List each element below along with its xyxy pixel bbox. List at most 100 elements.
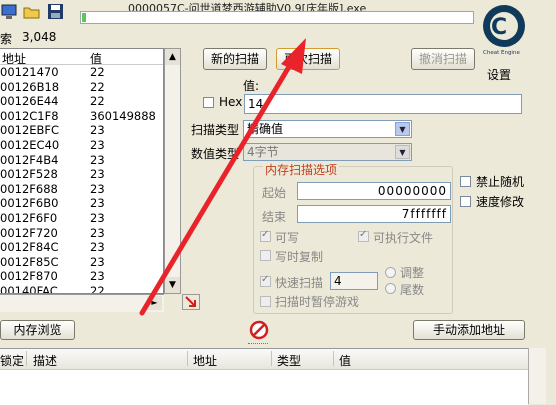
fast-scan-label: 快速扫描: [275, 276, 324, 290]
list-item[interactable]: 0012F720 23: [0, 226, 163, 241]
list-item[interactable]: 0012F84C 23: [0, 240, 163, 255]
list-item-value: 23: [90, 269, 105, 284]
list-item[interactable]: 00126B18 22: [0, 80, 163, 95]
save-icon: [48, 4, 63, 19]
end-address-input[interactable]: 7fffffff: [297, 205, 451, 223]
address-table[interactable]: 锁定 描述 地址 类型 值: [0, 348, 528, 405]
next-scan-button[interactable]: 再次扫描: [276, 48, 340, 70]
list-item-value: 23: [90, 240, 105, 255]
list-item[interactable]: 00121470 22: [0, 65, 163, 80]
stop-button[interactable]: [249, 320, 269, 340]
list-item-address: 0012EBFC: [0, 123, 60, 138]
save-button[interactable]: [46, 2, 66, 22]
list-horizontal-scrollbar[interactable]: ►: [0, 294, 164, 312]
list-item-value: 23: [90, 167, 105, 182]
list-item-address: 0012F6B0: [0, 196, 59, 211]
list-item[interactable]: 0012F6B0 23: [0, 196, 163, 211]
list-item-address: 0012C1F8: [0, 108, 59, 123]
align-label: 调整: [400, 266, 425, 280]
disable-random-label: 禁止随机: [476, 175, 525, 189]
speed-modify-label: 速度修改: [476, 195, 525, 209]
col-description[interactable]: 描述: [33, 352, 57, 369]
last-digits-radio[interactable]: [385, 283, 396, 294]
folder-icon: [23, 7, 40, 19]
value-type-label: 数值类型: [191, 147, 240, 161]
splitter-handle[interactable]: [248, 343, 268, 347]
list-item-value: 23: [90, 123, 105, 138]
speed-modify-checkbox[interactable]: [460, 196, 471, 207]
executable-label: 可执行文件: [373, 231, 434, 245]
list-item-address: 0012F720: [0, 225, 58, 240]
start-address-input[interactable]: 00000000: [297, 182, 451, 200]
pause-scan-checkbox[interactable]: [260, 296, 271, 307]
col-freeze[interactable]: 锁定: [0, 352, 24, 369]
value-type-value: 4字节: [247, 145, 279, 159]
add-selected-to-list-button[interactable]: [182, 294, 200, 310]
new-scan-button[interactable]: 新的扫描: [203, 48, 267, 70]
list-item-address: 0012F528: [0, 167, 58, 182]
scroll-up-icon[interactable]: ▲: [165, 49, 180, 65]
last-digits-label: 尾数: [400, 283, 425, 297]
list-item-value: 22: [90, 65, 105, 79]
open-process-button[interactable]: [0, 2, 20, 22]
col-type[interactable]: 类型: [277, 352, 301, 369]
list-item-value: 23: [90, 254, 105, 269]
value-type-select[interactable]: 4字节 ▼: [243, 143, 412, 161]
list-item[interactable]: 0012EC40 23: [0, 138, 163, 153]
scan-type-label: 扫描类型: [191, 123, 240, 137]
list-item[interactable]: 0012F6F0 23: [0, 211, 163, 226]
value-input[interactable]: 14: [244, 94, 522, 114]
svg-text:C: C: [491, 15, 507, 40]
cheat-engine-logo[interactable]: C Cheat Engine: [478, 2, 530, 64]
scroll-down-icon[interactable]: ▼: [165, 277, 180, 293]
list-item-address: 0012F6F0: [0, 210, 58, 225]
memory-view-button[interactable]: 内存浏览: [0, 320, 75, 340]
settings-link[interactable]: 设置: [487, 66, 511, 83]
disable-random-checkbox[interactable]: [460, 176, 471, 187]
list-item[interactable]: 00140FAC 22: [0, 283, 163, 294]
fast-scan-alignment-input[interactable]: 4: [330, 272, 378, 290]
copy-on-write-checkbox[interactable]: [260, 250, 271, 261]
scan-progress-bar: [80, 11, 474, 24]
undo-scan-button[interactable]: 撤消扫描: [411, 48, 475, 70]
list-item-value: 23: [90, 225, 105, 240]
list-item-address: 0012F688: [0, 181, 58, 196]
col-address[interactable]: 地址: [193, 352, 217, 369]
writable-checkbox[interactable]: [260, 229, 271, 242]
executable-checkbox[interactable]: [358, 229, 369, 242]
list-item-address: 0012F84C: [0, 240, 59, 255]
list-item[interactable]: 00126E44 22: [0, 94, 163, 109]
chevron-down-icon[interactable]: ▼: [395, 145, 410, 159]
svg-text:Cheat Engine: Cheat Engine: [483, 50, 520, 56]
list-item-address: 00121470: [0, 65, 59, 79]
list-item-address: 0012F85C: [0, 254, 59, 269]
list-item-value: 23: [90, 152, 105, 167]
list-item[interactable]: 0012F85C 23: [0, 255, 163, 270]
add-address-manually-button[interactable]: 手动添加地址: [413, 320, 525, 340]
list-item-value: 23: [90, 196, 105, 211]
hex-checkbox[interactable]: [203, 97, 214, 108]
start-label: 起始: [262, 186, 287, 200]
list-vertical-scrollbar[interactable]: ▲ ▼: [164, 48, 181, 294]
list-item[interactable]: 0012F688 23: [0, 182, 163, 197]
list-rows: 00121470 22 00126B18 22 00126E44 22 0012C1F8 36…: [0, 65, 163, 294]
list-item-value: 360149888: [90, 108, 156, 123]
list-item[interactable]: 0012C1F8 360149888: [0, 109, 163, 124]
col-value[interactable]: 值: [339, 352, 351, 369]
address-table-scrollbar[interactable]: [528, 348, 546, 404]
list-item[interactable]: 0012F4B4 23: [0, 153, 163, 168]
open-file-button[interactable]: [22, 2, 42, 22]
fast-scan-checkbox[interactable]: [260, 274, 271, 287]
list-item[interactable]: 0012F528 23: [0, 167, 163, 182]
list-item-value: 22: [90, 283, 105, 294]
scroll-right-icon[interactable]: ►: [147, 296, 162, 310]
list-item[interactable]: 0012EBFC 23: [0, 123, 163, 138]
align-radio[interactable]: [385, 267, 396, 278]
scan-type-select[interactable]: 精确值 ▼: [243, 120, 412, 138]
list-item-value: 22: [90, 94, 105, 109]
list-item-address: 0012F870: [0, 269, 58, 284]
chevron-down-icon[interactable]: ▼: [395, 122, 410, 136]
cheat-engine-logo-icon: C Cheat Engine: [483, 5, 525, 56]
list-item[interactable]: 0012F870 23: [0, 269, 163, 284]
scan-results-list[interactable]: 地址 值 00121470 22 00126B18 22 00126E44 22 0012C…: [0, 48, 164, 294]
